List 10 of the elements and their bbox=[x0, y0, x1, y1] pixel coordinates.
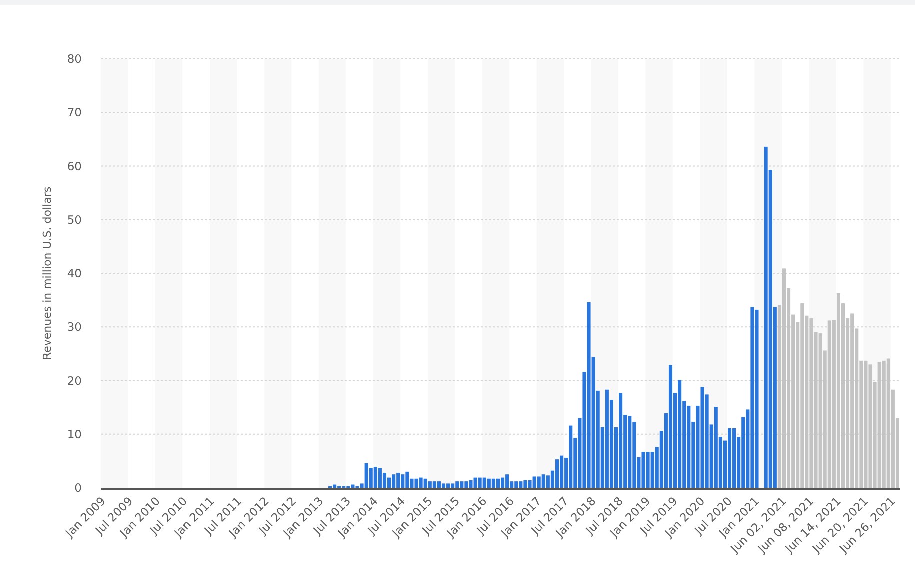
axis-tick-label: 60 bbox=[67, 159, 82, 174]
axis-tick-label: 80 bbox=[67, 52, 82, 66]
axis-title: Revenues in million U.S. dollars bbox=[41, 186, 54, 360]
axis-tick-label: 70 bbox=[67, 106, 82, 120]
axis-tick-label: 50 bbox=[67, 212, 82, 227]
axis-tick-label: 40 bbox=[67, 266, 82, 280]
axis-tick-label: 0 bbox=[74, 481, 82, 495]
axis-tick-label: 20 bbox=[67, 374, 82, 388]
axis-tick-label: 10 bbox=[67, 427, 82, 442]
axis-tick-label: 30 bbox=[67, 320, 82, 334]
